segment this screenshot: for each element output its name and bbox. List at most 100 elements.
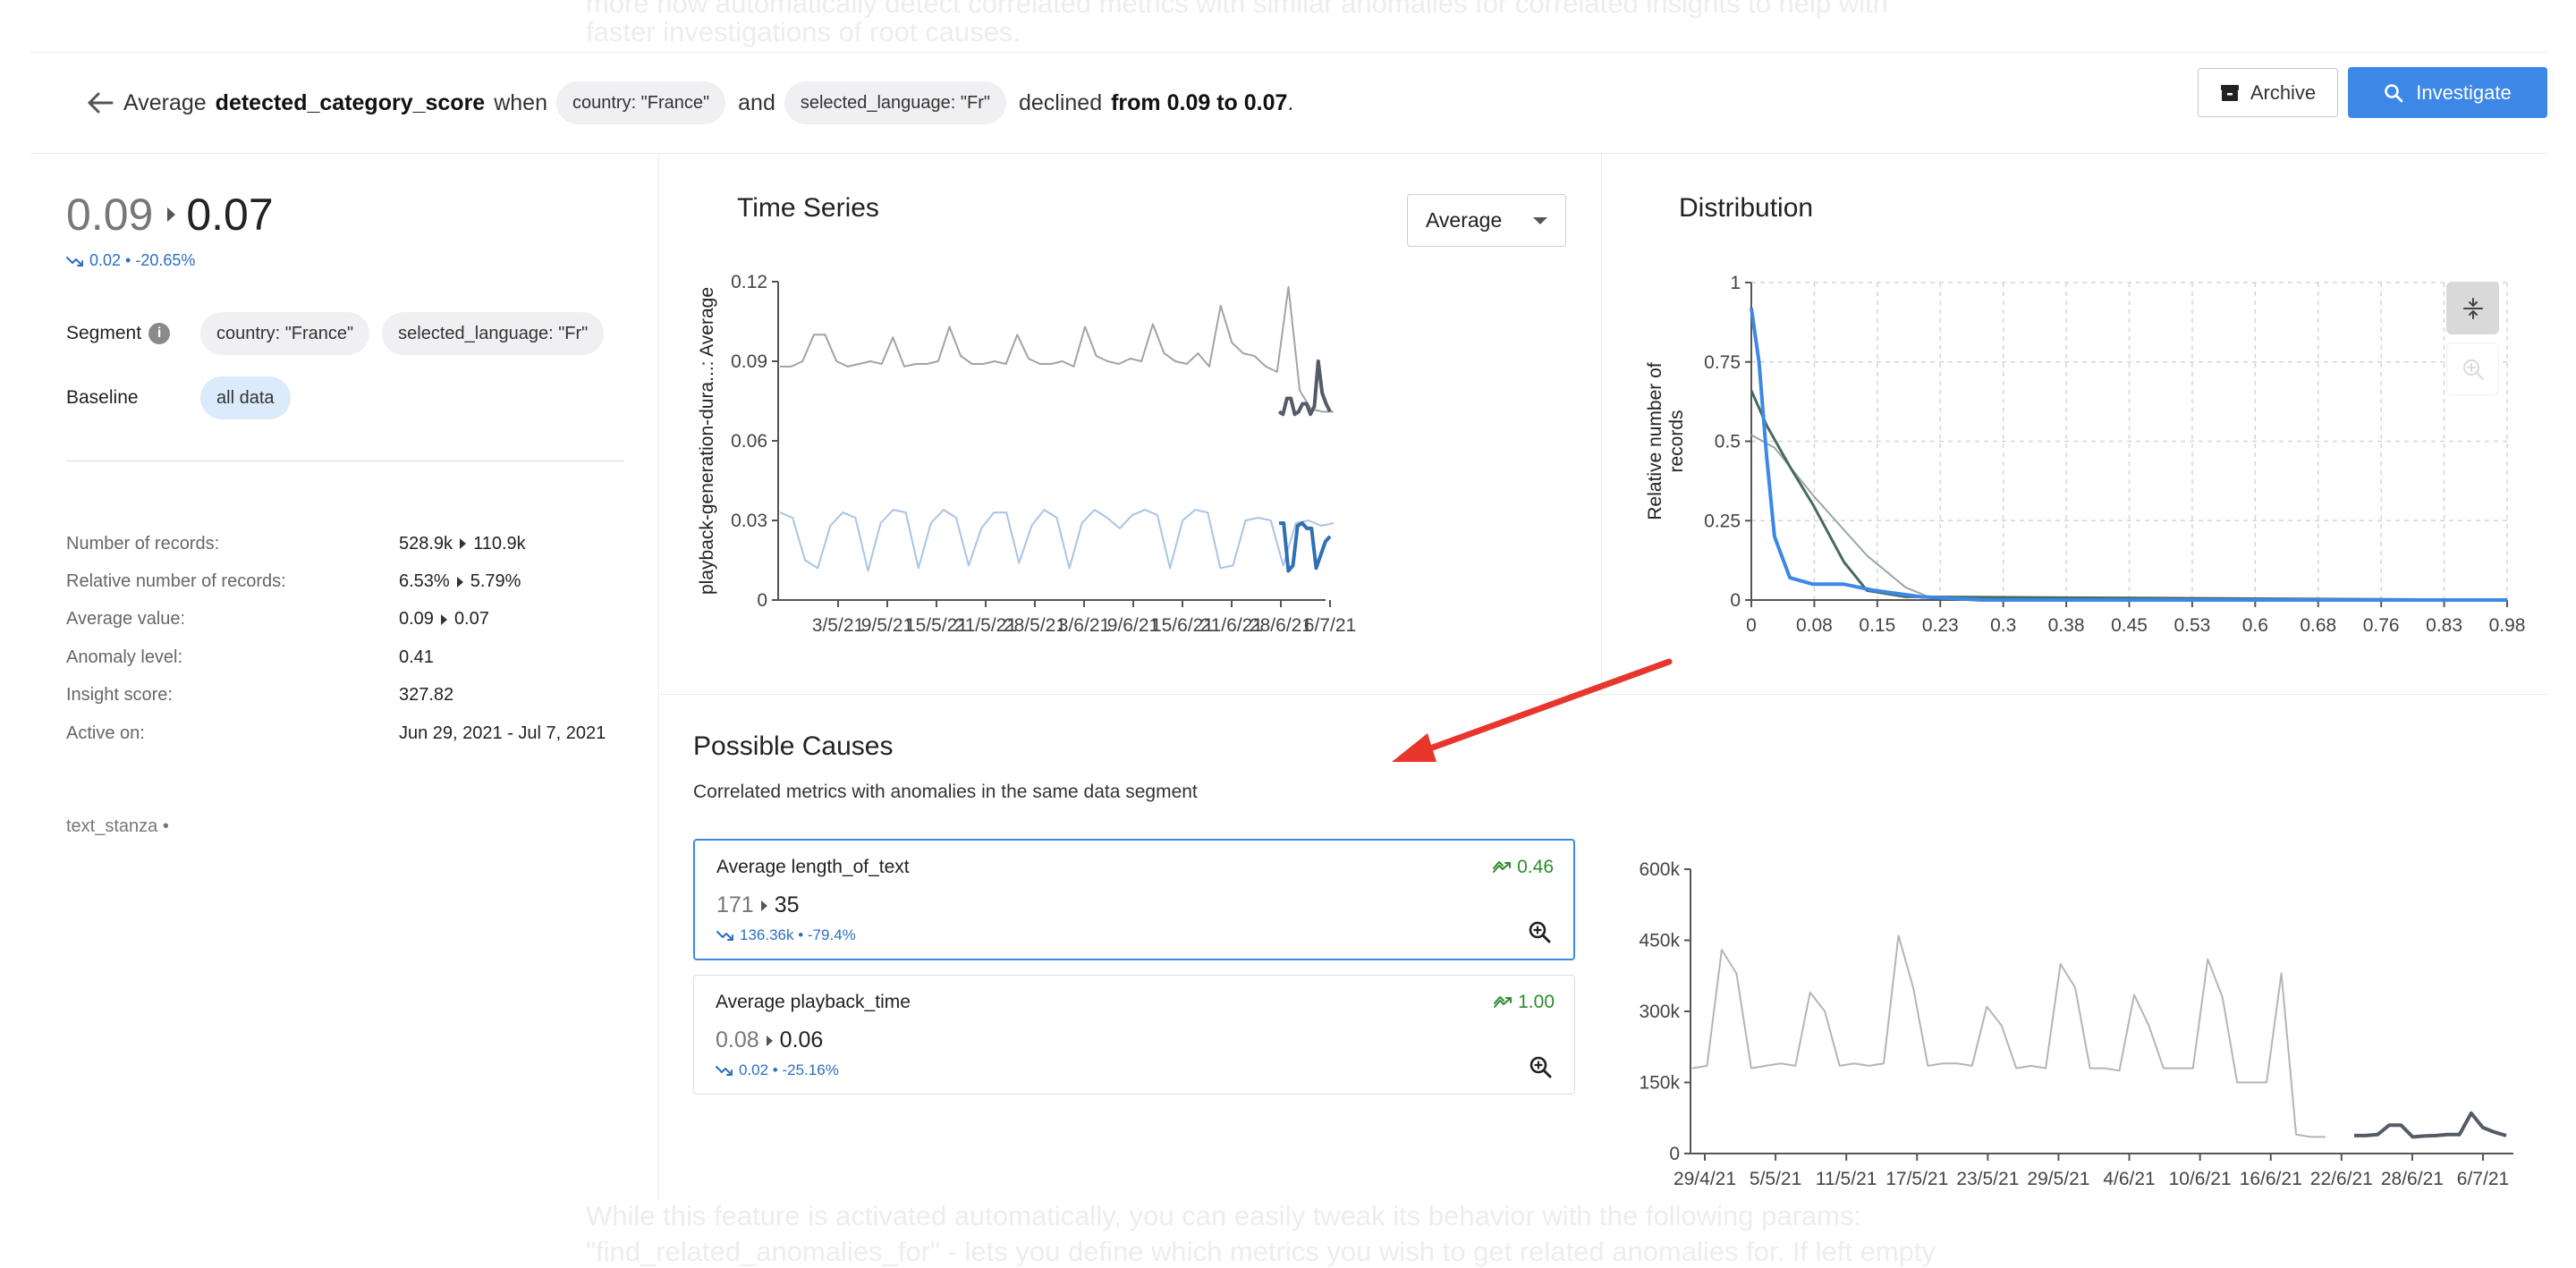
series-line xyxy=(2354,1111,2507,1139)
zoom-in-icon[interactable] xyxy=(1528,1054,1553,1079)
x-tick-label: 0.83 xyxy=(2426,615,2462,636)
stat-from: 6.53% xyxy=(399,571,450,592)
cause-change: 171 35 xyxy=(716,892,800,918)
correlation-icon xyxy=(1493,861,1512,873)
stat-row-anomaly: Anomaly level: 0.41 xyxy=(66,638,606,676)
possible-causes-subtitle: Correlated metrics with anomalies in the… xyxy=(693,782,1198,802)
background-doc-text: While this feature is activated automati… xyxy=(586,1200,1862,1231)
arrow-left-icon[interactable] xyxy=(75,78,125,128)
x-tick-label: 0.08 xyxy=(1796,615,1833,636)
x-tick-label: 0.6 xyxy=(2242,615,2268,636)
info-icon[interactable]: i xyxy=(148,323,171,344)
distribution-chart: 0 0.25 0.5 0.75 1 0 0.08 0.15 0.23 0.3 0.38 0.45 0.5… xyxy=(1645,273,2525,636)
x-tick-label: 29/5/21 xyxy=(2027,1169,2089,1189)
x-tick-label: 0.15 xyxy=(1859,615,1895,636)
baseline-label: Baseline xyxy=(66,387,139,408)
caret-right-icon xyxy=(456,576,463,588)
x-tick-label: 28/6/21 xyxy=(1250,615,1312,636)
stat-label: Relative number of records: xyxy=(66,571,286,592)
stat-label: Average value: xyxy=(66,609,186,630)
stat-from: 528.9k xyxy=(399,533,453,554)
cause-delta: 136.36k • -79.4% xyxy=(716,926,856,944)
caret-right-icon xyxy=(167,207,176,222)
headline-declined: declined xyxy=(1018,89,1103,115)
stat-row-relative-records: Relative number of records: 6.53% 5.79% xyxy=(66,562,606,600)
stat-label: Insight score: xyxy=(66,685,173,706)
y-tick-label: 0.75 xyxy=(1704,352,1741,373)
cause-change: 0.08 0.06 xyxy=(716,1027,823,1053)
stat-value: Jun 29, 2021 - Jul 7, 2021 xyxy=(399,723,606,743)
x-tick-label: 17/5/21 xyxy=(1885,1169,1948,1189)
background-doc-text: "find_related_anomalies_for" - lets you … xyxy=(586,1236,1936,1267)
x-tick-label: 28/6/21 xyxy=(2381,1169,2444,1189)
cause-from: 171 xyxy=(716,892,754,917)
stanza-label: text_stanza • xyxy=(66,816,169,836)
cause-from: 0.08 xyxy=(716,1027,759,1052)
x-tick-label: 16/6/21 xyxy=(2240,1169,2302,1189)
cause-to: 0.06 xyxy=(779,1027,824,1052)
investigate-button[interactable]: Investigate xyxy=(2348,67,2547,118)
y-tick-label: 0.5 xyxy=(1715,432,1741,452)
distribution-panel: Distribution 0 0.25 0.5 0.75 1 0 0.08 0.15 0.23 0… xyxy=(1602,153,2547,695)
y-tick-label: 450k xyxy=(1639,931,1680,951)
x-tick-label: 0.38 xyxy=(2048,615,2085,636)
cause-score-value: 1.00 xyxy=(1518,992,1555,1012)
stat-label: Number of records: xyxy=(66,533,220,554)
cause-score: 0.46 xyxy=(1492,857,1554,878)
cause-card[interactable]: Average playback_time 1.00 0.08 0.06 0.0… xyxy=(693,975,1575,1095)
stat-to: 0.07 xyxy=(453,609,489,630)
stat-value: 0.09 0.07 xyxy=(399,609,489,630)
segment-chip-country: country: "France" xyxy=(555,81,726,124)
y-axis-label-line: Relative number of xyxy=(1645,362,1665,520)
insight-summary-panel: 0.09 0.07 0.02 • -20.65% Segment i count… xyxy=(30,153,659,1200)
x-tick-label: 0.76 xyxy=(2363,615,2400,636)
caret-right-icon xyxy=(440,613,447,625)
y-tick-label: 1 xyxy=(1730,273,1741,293)
series-line xyxy=(1279,521,1332,573)
x-tick-label: 0 xyxy=(1746,615,1757,636)
segment-row: Segment i country: "France" selected_lan… xyxy=(66,312,616,355)
segment-label: Segment xyxy=(66,323,142,343)
y-tick-label: 0 xyxy=(1730,590,1741,611)
stat-row-insight-score: Insight score: 327.82 xyxy=(66,677,606,714)
search-icon xyxy=(2385,83,2403,102)
value-delta-text: 0.02 • -20.65% xyxy=(89,251,196,269)
zoom-icon[interactable] xyxy=(2446,342,2499,395)
cause-chart: 0 150k 300k 450k 600k 29/4/21 5/5/21 11/5/21 17/… xyxy=(1639,859,2513,1189)
possible-causes-title: Possible Causes xyxy=(693,731,894,761)
segment-label-wrap: Segment i xyxy=(66,323,200,344)
value-from: 0.09 xyxy=(66,190,154,240)
headline-and: and xyxy=(738,89,775,115)
zoom-in-icon[interactable] xyxy=(1527,919,1552,944)
y-tick-label: 0.03 xyxy=(731,511,767,531)
y-tick-label: 0 xyxy=(1669,1144,1680,1164)
series-line xyxy=(1277,359,1332,417)
cause-delta: 0.02 • -25.16% xyxy=(716,1061,839,1079)
stat-value: 528.9k 110.9k xyxy=(399,534,526,554)
y-tick-label: 0.12 xyxy=(731,272,767,292)
y-tick-label: 0.06 xyxy=(731,431,767,452)
x-tick-label: 6/7/21 xyxy=(2457,1169,2509,1189)
stats-list: Number of records: 528.9k 110.9k Relative… xyxy=(66,525,606,752)
x-tick-label: 28/5/21 xyxy=(1004,615,1066,636)
cause-delta-text: 0.02 • -25.16% xyxy=(739,1061,839,1078)
y-tick-label: 150k xyxy=(1639,1073,1680,1094)
cause-card[interactable]: Average length_of_text 0.46 171 35 136.3… xyxy=(693,839,1575,960)
headline-change: from 0.09 to 0.07 xyxy=(1111,89,1288,115)
stat-to: 5.79% xyxy=(470,571,521,592)
series-line xyxy=(1750,390,2508,602)
segment-chip-language: selected_language: "Fr" xyxy=(382,312,605,355)
y-tick-label: 600k xyxy=(1639,859,1680,880)
correlation-icon xyxy=(1494,996,1513,1008)
cause-score-value: 0.46 xyxy=(1517,857,1554,877)
headline-period: . xyxy=(1287,89,1294,115)
y-tick-label: 300k xyxy=(1639,1002,1680,1022)
collapse-icon[interactable] xyxy=(2446,282,2499,334)
y-tick-label: 0.09 xyxy=(731,351,767,372)
y-axis-label: playback-generation-dura...: Average xyxy=(697,287,717,595)
x-tick-label: 3/5/21 xyxy=(812,615,864,636)
x-tick-label: 6/7/21 xyxy=(1304,615,1356,636)
archive-label: Archive xyxy=(2250,80,2317,104)
archive-button[interactable]: Archive xyxy=(2198,68,2338,117)
caret-right-icon xyxy=(766,1035,773,1046)
